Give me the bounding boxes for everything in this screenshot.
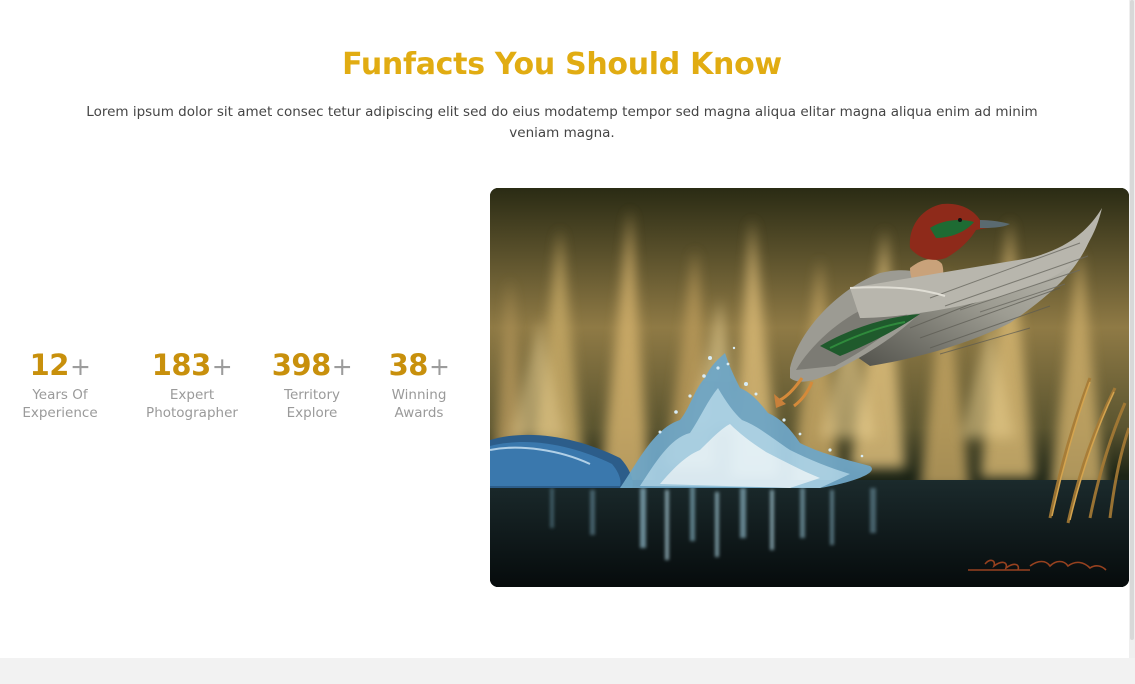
stat-number: 12: [29, 348, 70, 382]
stat-label-line2: Experience: [22, 405, 98, 421]
section-title: Funfacts You Should Know: [342, 47, 782, 82]
stat-territory-explore: 398+ Territory Explore: [266, 345, 358, 423]
stat-label-line2: Explore: [286, 405, 338, 421]
stat-number: 183: [151, 348, 212, 382]
duck-painting-image: [490, 188, 1129, 587]
stat-label-line2: Awards: [394, 405, 444, 421]
page-scrollbar[interactable]: [1129, 0, 1135, 658]
stat-value: 12+: [14, 345, 106, 387]
plus-sign: +: [428, 352, 450, 381]
funfacts-page: Funfacts You Should Know Lorem ipsum dol…: [0, 0, 1135, 684]
stat-label-line1: Winning: [391, 387, 447, 403]
stat-label-line1: Expert: [169, 387, 215, 403]
stat-label-line1: Years Of: [32, 387, 88, 403]
stat-winning-awards: 38+ Winning Awards: [380, 345, 458, 423]
stat-years-experience: 12+ Years Of Experience: [14, 345, 106, 423]
plus-sign: +: [331, 352, 353, 381]
stat-label-line1: Territory: [284, 387, 340, 403]
section-description: Lorem ipsum dolor sit amet consec tetur …: [86, 104, 1038, 141]
stat-value: 183+: [140, 345, 244, 387]
stat-label-line2: Photographer: [146, 405, 238, 421]
plus-sign: +: [211, 352, 233, 381]
stat-value: 398+: [266, 345, 358, 387]
scrollbar-thumb[interactable]: [1130, 0, 1134, 640]
footer-band: [0, 658, 1135, 684]
stat-number: 398: [271, 348, 332, 382]
stat-expert-photographer: 183+ Expert Photographer: [140, 345, 244, 423]
stat-number: 38: [388, 348, 429, 382]
stat-value: 38+: [380, 345, 458, 387]
plus-sign: +: [69, 352, 91, 381]
duck-painting-svg: [490, 188, 1129, 587]
